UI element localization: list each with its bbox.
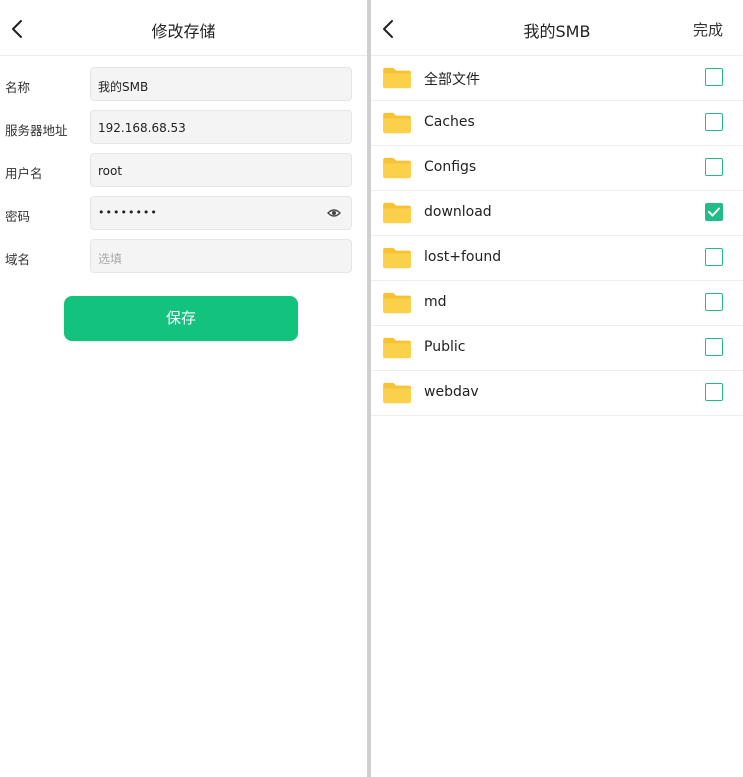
folder-icon [383, 292, 411, 314]
edit-storage-header: 修改存储 [0, 0, 367, 56]
folder-checkbox[interactable] [705, 338, 723, 356]
folder-name: webdav [424, 384, 479, 400]
folder-checkbox[interactable] [705, 293, 723, 311]
folder-checkbox[interactable] [705, 158, 723, 176]
folder-item[interactable]: download [371, 191, 743, 236]
folder-name: download [424, 204, 492, 220]
folder-item[interactable]: Public [371, 326, 743, 371]
password-value: •••••••• [98, 206, 158, 219]
server-address-field[interactable]: 192.168.68.53 [90, 110, 352, 144]
name-label: 名称 [5, 80, 31, 95]
folder-checkbox[interactable] [705, 383, 723, 401]
folder-icon [383, 337, 411, 359]
folder-checkbox[interactable] [705, 248, 723, 266]
folder-checkbox[interactable] [705, 203, 723, 221]
form-row-domain: 域名 选填 [0, 239, 367, 275]
domain-field[interactable]: 选填 [90, 239, 352, 273]
folder-item[interactable]: Caches [371, 101, 743, 146]
folder-item[interactable]: Configs [371, 146, 743, 191]
check-icon [708, 207, 720, 217]
folder-item[interactable]: lost+found [371, 236, 743, 281]
folder-icon [383, 67, 411, 89]
folder-list: 全部文件 Caches Configs download lost+found md Pub… [371, 56, 743, 416]
folder-icon [383, 157, 411, 179]
folder-name: Caches [424, 114, 475, 130]
folder-icon [383, 112, 411, 134]
form-row-name: 名称 我的SMB [0, 67, 367, 103]
folder-checkbox[interactable] [705, 113, 723, 131]
name-field[interactable]: 我的SMB [90, 67, 352, 101]
domain-placeholder: 选填 [98, 252, 123, 266]
folder-item[interactable]: webdav [371, 371, 743, 416]
folder-name: 全部文件 [424, 72, 480, 88]
form-row-server: 服务器地址 192.168.68.53 [0, 110, 367, 146]
folder-select-panel: 我的SMB 完成 全部文件 Caches Configs download lost+f… [371, 0, 743, 777]
folder-name: lost+found [424, 249, 502, 265]
folder-select-header: 我的SMB 完成 [371, 0, 743, 56]
eye-icon[interactable] [327, 208, 341, 218]
password-field[interactable]: •••••••• [90, 196, 352, 230]
server-address-value: 192.168.68.53 [98, 121, 186, 135]
form-row-password: 密码 •••••••• [0, 196, 367, 232]
server-address-label: 服务器地址 [5, 123, 68, 138]
folder-name: md [424, 294, 447, 310]
done-button[interactable]: 完成 [693, 19, 723, 40]
form-row-username: 用户名 root [0, 153, 367, 189]
folder-name: Configs [424, 159, 477, 175]
save-button[interactable]: 保存 [64, 296, 298, 341]
folder-checkbox[interactable] [705, 68, 723, 86]
username-label: 用户名 [5, 166, 43, 181]
folder-name: Public [424, 339, 466, 355]
name-value: 我的SMB [98, 80, 149, 94]
folder-icon [383, 382, 411, 404]
page-title: 修改存储 [151, 22, 216, 41]
password-label: 密码 [5, 209, 31, 224]
page-title: 我的SMB [523, 22, 591, 41]
folder-icon [383, 202, 411, 224]
username-field[interactable]: root [90, 153, 352, 187]
username-value: root [98, 164, 123, 178]
folder-item[interactable]: 全部文件 [371, 56, 743, 101]
edit-storage-panel: 修改存储 名称 我的SMB 服务器地址 192.168.68.53 用户名 ro… [0, 0, 367, 777]
folder-item[interactable]: md [371, 281, 743, 326]
folder-icon [383, 247, 411, 269]
domain-label: 域名 [5, 252, 31, 267]
